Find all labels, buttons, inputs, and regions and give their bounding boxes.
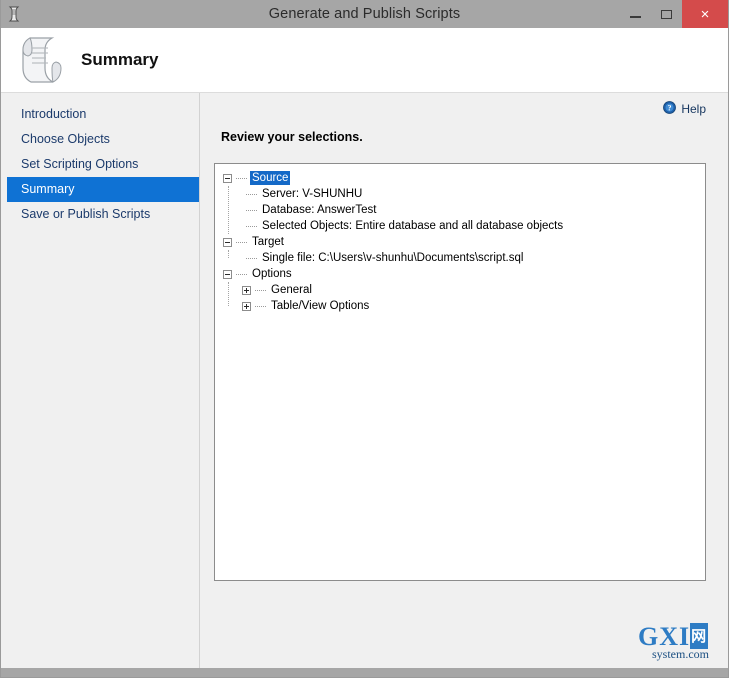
tree-node-table-view-options[interactable]: Table/View Options [223,298,705,314]
collapse-minus-icon[interactable] [223,173,232,183]
help-circle-icon: ? [663,101,677,117]
tree-node-options[interactable]: Options [223,266,705,282]
content-pane: ? Help Review your selections. Source Se… [200,93,728,677]
sidebar-item-choose-objects[interactable]: Choose Objects [7,127,199,152]
tree-connector [246,226,257,227]
tree-node-database[interactable]: Database: AnswerTest [223,202,705,218]
app-icon [1,0,27,28]
tree-node-label: Server: V-SHUNHU [262,188,363,200]
maximize-button[interactable] [651,0,682,28]
tree-node-label: Database: AnswerTest [262,204,377,216]
sidebar-item-introduction[interactable]: Introduction [7,102,199,127]
tree-node-source[interactable]: Source [223,170,705,186]
tree-connector [246,210,257,211]
application-window: Generate and Publish Scripts × Summary I… [0,0,729,678]
close-icon: × [700,5,710,23]
title-bar: Generate and Publish Scripts × [1,0,728,28]
script-scroll-icon [15,32,67,88]
tree-connector [255,290,266,291]
collapse-minus-icon[interactable] [223,269,232,279]
tree-node-label: Target [252,236,284,248]
tree-node-label: Selected Objects: Entire database and al… [262,220,564,232]
sidebar-item-save-or-publish-scripts[interactable]: Save or Publish Scripts [7,202,199,227]
page-header: Summary [1,28,728,93]
window-controls: × [620,0,728,28]
body-area: Introduction Choose Objects Set Scriptin… [1,93,728,677]
help-label: Help [681,102,706,116]
tree-connector [246,258,257,259]
tree-node-label: Single file: C:\Users\v-shunhu\Documents… [262,252,524,264]
tree-connector [236,178,247,179]
tree-connector [246,194,257,195]
tree-node-label: Table/View Options [271,300,370,312]
svg-text:?: ? [668,104,672,113]
sidebar-item-summary[interactable]: Summary [7,177,199,202]
wizard-steps-sidebar: Introduction Choose Objects Set Scriptin… [1,93,200,677]
maximize-icon [661,9,672,19]
tree-connector [255,306,266,307]
tree-node-label: General [271,284,312,296]
close-button[interactable]: × [682,0,728,28]
sidebar-item-set-scripting-options[interactable]: Set Scripting Options [7,152,199,177]
minimize-icon [630,16,641,18]
tree-node-selected-objects[interactable]: Selected Objects: Entire database and al… [223,218,705,234]
summary-tree-panel[interactable]: Source Server: V-SHUNHU Database: Answer… [214,163,706,581]
tree-node-target[interactable]: Target [223,234,705,250]
window-title: Generate and Publish Scripts [268,6,461,22]
tree-node-label: Source [250,171,291,185]
minimize-button[interactable] [620,0,651,28]
tree-connector [236,274,247,275]
page-title: Summary [81,50,159,69]
tree-node-general[interactable]: General [223,282,705,298]
tree-connector [236,242,247,243]
review-heading: Review your selections. [221,130,363,144]
expand-plus-icon[interactable] [242,285,251,295]
help-link[interactable]: ? Help [663,101,706,117]
tree-node-label: Options [252,268,292,280]
expand-plus-icon[interactable] [242,301,251,311]
collapse-minus-icon[interactable] [223,237,232,247]
tree-node-server[interactable]: Server: V-SHUNHU [223,186,705,202]
window-bottom-edge [1,668,728,677]
tree-node-single-file[interactable]: Single file: C:\Users\v-shunhu\Documents… [223,250,705,266]
